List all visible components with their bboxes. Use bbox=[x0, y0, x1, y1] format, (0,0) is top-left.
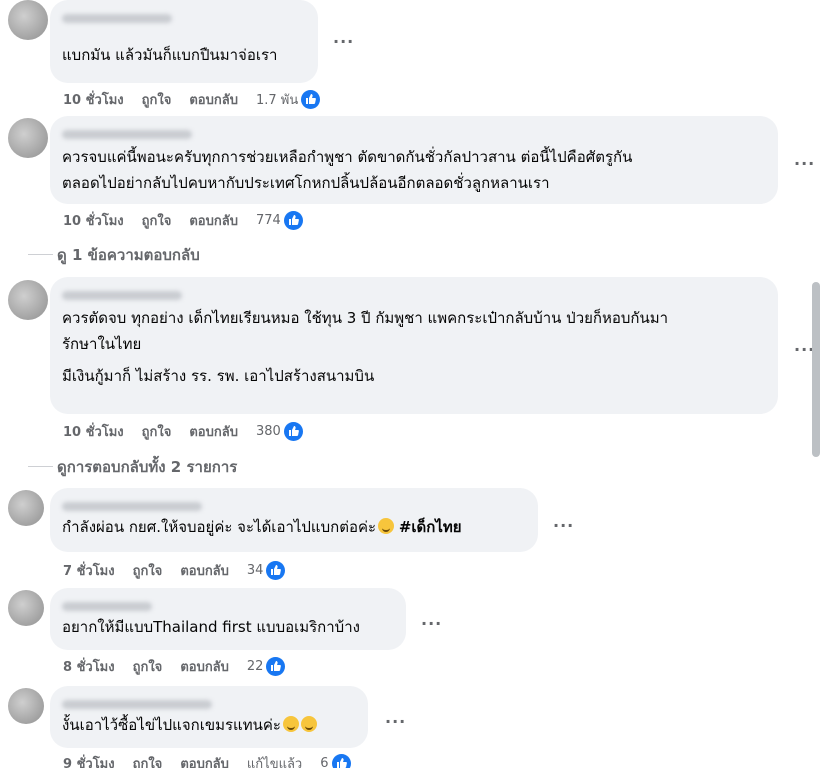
like-button[interactable]: ถูกใจ bbox=[133, 753, 163, 768]
comment-text: ควรตัดจบ ทุกอย่าง เด็กไทยเรียนหมอ ใช้ทุน… bbox=[62, 309, 669, 353]
comment-text: ควรจบแค่นี้พอนะครับทุกการช่วยเหลือกำพูชา… bbox=[62, 148, 633, 192]
comment-author-blurred[interactable] bbox=[62, 8, 306, 24]
reaction-count[interactable]: 380 bbox=[256, 424, 281, 439]
avatar[interactable] bbox=[8, 280, 48, 320]
comment-time[interactable]: 7 ชั่วโมง bbox=[63, 560, 115, 581]
reply-button[interactable]: ตอบกลับ bbox=[180, 656, 229, 677]
avatar[interactable] bbox=[8, 118, 48, 158]
comment-text: งั้นเอาไว้ซื้อไข่ไปแจกเขมรแทนค่ะ bbox=[62, 712, 356, 738]
more-options-icon[interactable]: ... bbox=[385, 708, 406, 727]
comment-actions: 10 ชั่วโมง ถูกใจ ตอบกลับ 380 bbox=[63, 421, 303, 442]
like-thumb-icon[interactable] bbox=[283, 211, 303, 230]
like-thumb-icon[interactable] bbox=[301, 90, 321, 109]
comment-author-blurred[interactable] bbox=[62, 124, 766, 140]
comment-text-body: กำลังผ่อน กยศ.ให้จบอยู่ค่ะ จะได้เอาไปแบก… bbox=[62, 518, 377, 536]
like-button[interactable]: ถูกใจ bbox=[142, 421, 172, 442]
comment-time[interactable]: 9 ชั่วโมง bbox=[63, 753, 115, 768]
comment-text-paragraph: มีเงินกู้มาก็ ไม่สร้าง รร. รพ. เอาไปสร้า… bbox=[62, 367, 375, 385]
like-thumb-icon[interactable] bbox=[331, 754, 351, 768]
comment-time[interactable]: 8 ชั่วโมง bbox=[63, 656, 115, 677]
comment-author-blurred[interactable] bbox=[62, 694, 356, 710]
reply-button[interactable]: ตอบกลับ bbox=[189, 210, 238, 231]
comment-bubble: ควรตัดจบ ทุกอย่าง เด็กไทยเรียนหมอ ใช้ทุน… bbox=[50, 277, 778, 414]
view-replies-link[interactable]: ดู 1 ข้อความตอบกลับ bbox=[57, 243, 200, 267]
reply-button[interactable]: ตอบกลับ bbox=[180, 560, 229, 581]
comment-actions: 7 ชั่วโมง ถูกใจ ตอบกลับ 34 bbox=[63, 560, 286, 581]
more-options-icon[interactable]: ... bbox=[794, 150, 815, 169]
comment-text-body: งั้นเอาไว้ซื้อไข่ไปแจกเขมรแทนค่ะ bbox=[62, 716, 281, 734]
comment-author-blurred[interactable] bbox=[62, 496, 526, 512]
reply-button[interactable]: ตอบกลับ bbox=[180, 753, 229, 768]
scrollbar-thumb[interactable] bbox=[812, 282, 820, 457]
comment-text: กำลังผ่อน กยศ.ให้จบอยู่ค่ะ จะได้เอาไปแบก… bbox=[62, 514, 526, 540]
grinning-face-emoji-icon bbox=[300, 716, 317, 732]
comment-actions: 10 ชั่วโมง ถูกใจ ตอบกลับ 1.7 พัน bbox=[63, 89, 321, 110]
comment-actions: 9 ชั่วโมง ถูกใจ ตอบกลับ แก้ไขแล้ว 6 bbox=[63, 753, 351, 768]
avatar[interactable] bbox=[8, 490, 44, 526]
thread-connector bbox=[28, 254, 53, 255]
comment-author-blurred[interactable] bbox=[62, 596, 394, 612]
comment-actions: 10 ชั่วโมง ถูกใจ ตอบกลับ 774 bbox=[63, 210, 303, 231]
comment-text: แบกมัน แล้วมันก็แบกปืนมาจ่อเรา bbox=[62, 46, 278, 64]
comment-bubble: ควรจบแค่นี้พอนะครับทุกการช่วยเหลือกำพูชา… bbox=[50, 116, 778, 204]
comment-author-blurred[interactable] bbox=[62, 285, 766, 301]
like-thumb-icon[interactable] bbox=[266, 561, 286, 580]
comment-text: อยากให้มีแบบThailand first แบบอเมริกาบ้า… bbox=[62, 618, 360, 636]
hashtag-link[interactable]: #เด็กไทย bbox=[399, 518, 462, 536]
comment-time[interactable]: 10 ชั่วโมง bbox=[63, 421, 124, 442]
like-thumb-icon[interactable] bbox=[283, 422, 303, 441]
comment-time[interactable]: 10 ชั่วโมง bbox=[63, 210, 124, 231]
view-replies-link[interactable]: ดูการตอบกลับทั้ง 2 รายการ bbox=[57, 455, 237, 479]
comment-actions: 8 ชั่วโมง ถูกใจ ตอบกลับ 22 bbox=[63, 656, 286, 677]
avatar[interactable] bbox=[8, 590, 44, 626]
comment-bubble: กำลังผ่อน กยศ.ให้จบอยู่ค่ะ จะได้เอาไปแบก… bbox=[50, 488, 538, 552]
comment-bubble: งั้นเอาไว้ซื้อไข่ไปแจกเขมรแทนค่ะ bbox=[50, 686, 368, 748]
reaction-count[interactable]: 34 bbox=[247, 563, 264, 578]
comment-bubble: แบกมัน แล้วมันก็แบกปืนมาจ่อเรา bbox=[50, 0, 318, 83]
relieved-face-emoji-icon bbox=[378, 518, 395, 534]
reaction-count[interactable]: 774 bbox=[256, 213, 281, 228]
reaction-count[interactable]: 6 bbox=[320, 756, 328, 768]
reaction-count[interactable]: 1.7 พัน bbox=[256, 89, 298, 110]
edited-label: แก้ไขแล้ว bbox=[246, 757, 303, 768]
comment-time[interactable]: 10 ชั่วโมง bbox=[63, 89, 124, 110]
reply-button[interactable]: ตอบกลับ bbox=[189, 421, 238, 442]
reaction-count[interactable]: 22 bbox=[247, 659, 264, 674]
more-options-icon[interactable]: ... bbox=[333, 28, 354, 47]
like-button[interactable]: ถูกใจ bbox=[142, 210, 172, 231]
more-options-icon[interactable]: ... bbox=[421, 610, 442, 629]
thread-connector bbox=[28, 466, 53, 467]
avatar[interactable] bbox=[8, 688, 44, 724]
avatar[interactable] bbox=[8, 0, 48, 40]
grinning-face-emoji-icon bbox=[282, 716, 299, 732]
like-button[interactable]: ถูกใจ bbox=[142, 89, 172, 110]
like-button[interactable]: ถูกใจ bbox=[133, 560, 163, 581]
like-thumb-icon[interactable] bbox=[266, 657, 286, 676]
like-button[interactable]: ถูกใจ bbox=[133, 656, 163, 677]
more-options-icon[interactable]: ... bbox=[553, 512, 574, 531]
reply-button[interactable]: ตอบกลับ bbox=[189, 89, 238, 110]
comment-bubble: อยากให้มีแบบThailand first แบบอเมริกาบ้า… bbox=[50, 588, 406, 650]
